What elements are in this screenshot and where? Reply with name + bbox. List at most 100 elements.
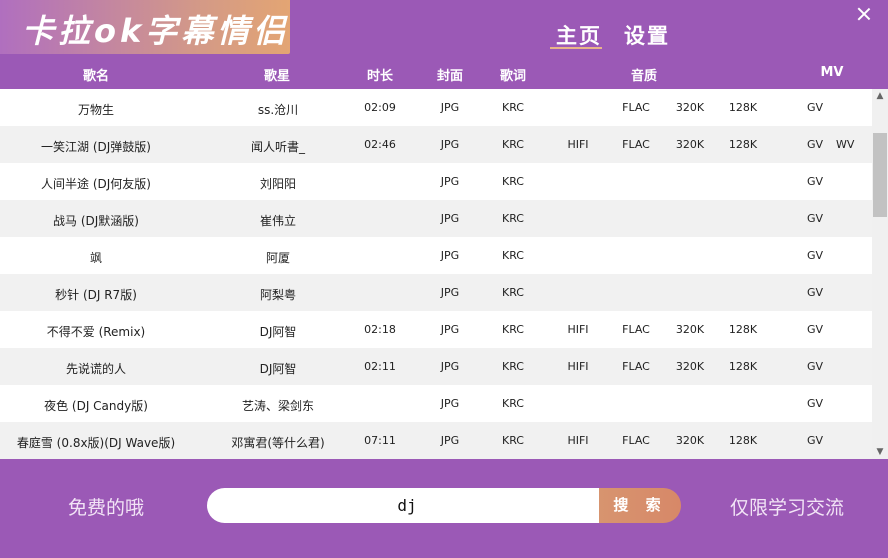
- quality-flac[interactable]: FLAC: [622, 360, 650, 373]
- quality-320k[interactable]: 320K: [676, 138, 704, 151]
- lyrics-format[interactable]: KRC: [502, 101, 524, 114]
- col-duration[interactable]: 时长: [367, 65, 393, 84]
- song-artist: DJ阿智: [259, 325, 297, 339]
- cover-format[interactable]: JPG: [441, 138, 459, 151]
- mv-gv[interactable]: GV: [807, 360, 823, 373]
- quality-hifi[interactable]: HIFI: [567, 434, 588, 447]
- song-artist: 阿梨粤: [259, 288, 297, 302]
- quality-320k[interactable]: 320K: [676, 434, 704, 447]
- nav-settings[interactable]: 设置: [624, 20, 670, 50]
- mv-gv[interactable]: GV: [807, 212, 823, 225]
- table-scrollbar[interactable]: ▲ ▼: [872, 89, 888, 459]
- mv-wv[interactable]: WV: [836, 138, 854, 151]
- song-duration: 02:09: [364, 101, 396, 114]
- table-row[interactable]: 一笑江湖 (DJ弹鼓版) 闻人听書_ 02:46 JPG KRC HIFI FL…: [0, 126, 872, 163]
- table-row[interactable]: 夜色 (DJ Candy版) 艺涛、梁剑东 JPG KRC GV: [0, 385, 872, 422]
- lyrics-format[interactable]: KRC: [502, 138, 524, 151]
- cover-format[interactable]: JPG: [441, 286, 459, 299]
- cover-format[interactable]: JPG: [441, 101, 459, 114]
- table-row[interactable]: 不得不爱 (Remix) DJ阿智 02:18 JPG KRC HIFI FLA…: [0, 311, 872, 348]
- lyrics-format[interactable]: KRC: [502, 249, 524, 262]
- lyrics-format[interactable]: KRC: [502, 360, 524, 373]
- mv-gv[interactable]: GV: [807, 434, 823, 447]
- cover-format[interactable]: JPG: [441, 360, 459, 373]
- mv-gv[interactable]: GV: [807, 286, 823, 299]
- quality-flac[interactable]: FLAC: [622, 138, 650, 151]
- app-title: 卡拉ok字幕情侣: [22, 12, 290, 50]
- cover-format[interactable]: JPG: [441, 434, 459, 447]
- mv-gv[interactable]: GV: [807, 138, 823, 151]
- quality-128k[interactable]: 128K: [729, 138, 757, 151]
- song-artist: 邓寓君(等什么君): [231, 436, 325, 450]
- column-headers: 歌名 歌星 时长 封面 歌词 音质 MV: [0, 54, 888, 90]
- scrollbar-thumb[interactable]: [873, 133, 887, 217]
- song-title: 人间半途 (DJ何友版): [41, 177, 151, 191]
- song-duration: 07:11: [364, 434, 396, 447]
- quality-hifi[interactable]: HIFI: [567, 138, 588, 151]
- table-row[interactable]: 战马 (DJ默涵版) 崔伟立 JPG KRC GV: [0, 200, 872, 237]
- table-row[interactable]: 人间半途 (DJ何友版) 刘阳阳 JPG KRC GV: [0, 163, 872, 200]
- close-icon[interactable]: [856, 6, 872, 22]
- quality-128k[interactable]: 128K: [729, 434, 757, 447]
- col-mv[interactable]: MV: [821, 65, 844, 80]
- lyrics-format[interactable]: KRC: [502, 397, 524, 410]
- header: 卡拉ok字幕情侣 主页 设置: [0, 0, 888, 54]
- cover-format[interactable]: JPG: [441, 175, 459, 188]
- col-lyrics[interactable]: 歌词: [500, 65, 526, 84]
- nav-home[interactable]: 主页: [556, 20, 602, 50]
- quality-hifi[interactable]: HIFI: [567, 323, 588, 336]
- song-artist: 闻人听書_: [250, 140, 306, 154]
- mv-gv[interactable]: GV: [807, 397, 823, 410]
- lyrics-format[interactable]: KRC: [502, 212, 524, 225]
- song-duration: 02:18: [364, 323, 396, 336]
- mv-gv[interactable]: GV: [807, 175, 823, 188]
- lyrics-format[interactable]: KRC: [502, 434, 524, 447]
- quality-128k[interactable]: 128K: [729, 323, 757, 336]
- cover-format[interactable]: JPG: [441, 249, 459, 262]
- search-button[interactable]: 搜 索: [599, 488, 681, 523]
- cover-format[interactable]: JPG: [441, 323, 459, 336]
- table-row[interactable]: 秒针 (DJ R7版) 阿梨粤 JPG KRC GV: [0, 274, 872, 311]
- quality-128k[interactable]: 128K: [729, 101, 757, 114]
- logo: 卡拉ok字幕情侣: [0, 0, 290, 54]
- quality-flac[interactable]: FLAC: [622, 101, 650, 114]
- quality-hifi[interactable]: HIFI: [567, 360, 588, 373]
- lyrics-format[interactable]: KRC: [502, 323, 524, 336]
- quality-flac[interactable]: FLAC: [622, 323, 650, 336]
- col-artist[interactable]: 歌星: [264, 65, 290, 84]
- quality-320k[interactable]: 320K: [676, 323, 704, 336]
- cover-format[interactable]: JPG: [441, 212, 459, 225]
- song-artist: 刘阳阳: [259, 177, 297, 191]
- cover-format[interactable]: JPG: [441, 397, 459, 410]
- quality-320k[interactable]: 320K: [676, 360, 704, 373]
- app-window: 卡拉ok字幕情侣 主页 设置 歌名 歌星 时长 封面 歌词 音质 MV 万物生 …: [0, 0, 888, 558]
- col-cover[interactable]: 封面: [437, 65, 463, 84]
- footer-right-text: 仅限学习交流: [730, 497, 845, 519]
- mv-gv[interactable]: GV: [807, 101, 823, 114]
- song-title: 先说谎的人: [65, 362, 127, 376]
- quality-flac[interactable]: FLAC: [622, 434, 650, 447]
- table-row[interactable]: 春庭雪 (0.8x版)(DJ Wave版) 邓寓君(等什么君) 07:11 JP…: [0, 422, 872, 459]
- song-title: 飒: [89, 251, 103, 265]
- chevron-down-icon[interactable]: ▼: [872, 445, 888, 459]
- chevron-up-icon[interactable]: ▲: [872, 89, 888, 103]
- table-row[interactable]: 飒 阿厦 JPG KRC GV: [0, 237, 872, 274]
- mv-gv[interactable]: GV: [807, 323, 823, 336]
- search-input[interactable]: [207, 488, 607, 523]
- song-duration: 02:11: [364, 360, 396, 373]
- table-row[interactable]: 万物生 ss.沧川 02:09 JPG KRC FLAC 320K 128K G…: [0, 89, 872, 126]
- song-artist: 阿厦: [265, 251, 291, 265]
- song-title: 秒针 (DJ R7版): [55, 288, 137, 302]
- quality-128k[interactable]: 128K: [729, 360, 757, 373]
- table-row[interactable]: 先说谎的人 DJ阿智 02:11 JPG KRC HIFI FLAC 320K …: [0, 348, 872, 385]
- col-title[interactable]: 歌名: [83, 65, 109, 84]
- lyrics-format[interactable]: KRC: [502, 175, 524, 188]
- nav-active-indicator: [550, 47, 602, 49]
- mv-gv[interactable]: GV: [807, 249, 823, 262]
- quality-320k[interactable]: 320K: [676, 101, 704, 114]
- song-title: 万物生: [77, 103, 115, 117]
- song-title: 不得不爱 (Remix): [46, 325, 146, 339]
- footer: 免费的哦 搜 索 仅限学习交流: [0, 459, 888, 558]
- col-quality[interactable]: 音质: [631, 65, 657, 84]
- lyrics-format[interactable]: KRC: [502, 286, 524, 299]
